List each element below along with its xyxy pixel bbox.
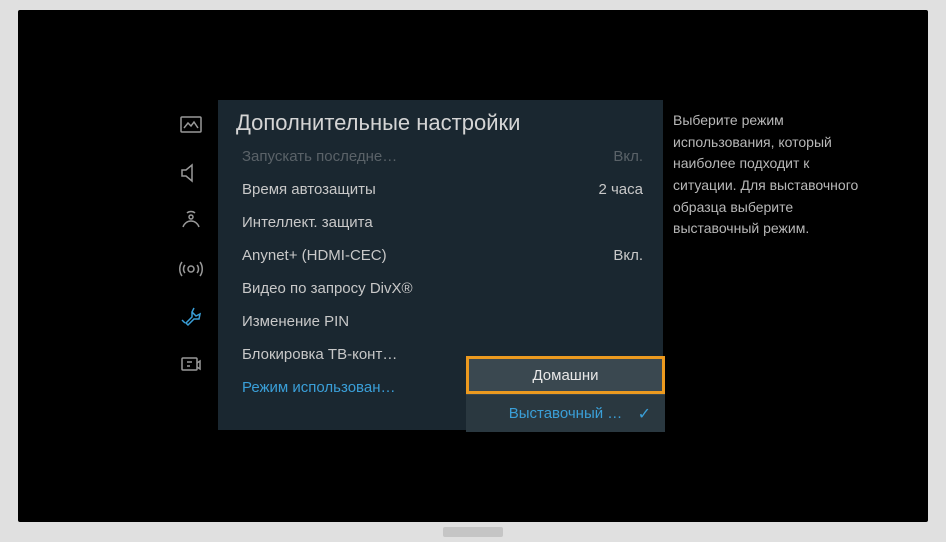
- support-icon[interactable]: [177, 352, 205, 378]
- broadcast-icon[interactable]: [177, 208, 205, 234]
- dropdown-option-home[interactable]: Домашни: [466, 356, 665, 394]
- tv-screen: Дополнительные настройки Запускать после…: [33, 25, 913, 507]
- network-icon[interactable]: [177, 256, 205, 282]
- setting-label: Время автозащиты: [242, 181, 376, 198]
- picture-icon[interactable]: [177, 112, 205, 138]
- settings-panel: Дополнительные настройки Запускать после…: [163, 100, 663, 430]
- setting-label: Видео по запросу DivX®: [242, 280, 413, 297]
- setting-label: Блокировка ТВ-конт…: [242, 346, 397, 363]
- setting-autoprotect-time[interactable]: Время автозащиты 2 часа: [218, 173, 663, 206]
- check-icon: ✓: [638, 404, 651, 424]
- setting-label: Режим использован…: [242, 379, 395, 396]
- setting-change-pin[interactable]: Изменение PIN: [218, 305, 663, 338]
- panel-title: Дополнительные настройки: [218, 100, 663, 140]
- system-icon[interactable]: [177, 304, 205, 330]
- setting-label: Изменение PIN: [242, 313, 349, 330]
- setting-autorun[interactable]: Запускать последне… Вкл.: [218, 140, 663, 173]
- setting-value: 2 часа: [598, 181, 643, 198]
- setting-divx[interactable]: Видео по запросу DivX®: [218, 272, 663, 305]
- setting-label: Интеллект. защита: [242, 214, 373, 231]
- setting-anynet[interactable]: Anynet+ (HDMI-CEC) Вкл.: [218, 239, 663, 272]
- tv-stand: [443, 527, 503, 537]
- setting-smart-security[interactable]: Интеллект. защита: [218, 206, 663, 239]
- option-label: Выставочный …: [509, 405, 623, 422]
- sound-icon[interactable]: [177, 160, 205, 186]
- tv-frame: Дополнительные настройки Запускать после…: [18, 10, 928, 522]
- setting-label: Запускать последне…: [242, 148, 397, 165]
- setting-value: Вкл.: [613, 148, 643, 165]
- option-label: Домашни: [532, 367, 598, 384]
- help-text-panel: Выберите режим использования, который на…: [673, 110, 873, 240]
- dropdown-option-retail[interactable]: Выставочный … ✓: [466, 394, 665, 432]
- setting-label: Anynet+ (HDMI-CEC): [242, 247, 387, 264]
- setting-value: Вкл.: [613, 247, 643, 264]
- category-sidebar: [163, 100, 218, 430]
- usage-mode-dropdown: Домашни Выставочный … ✓: [466, 356, 665, 432]
